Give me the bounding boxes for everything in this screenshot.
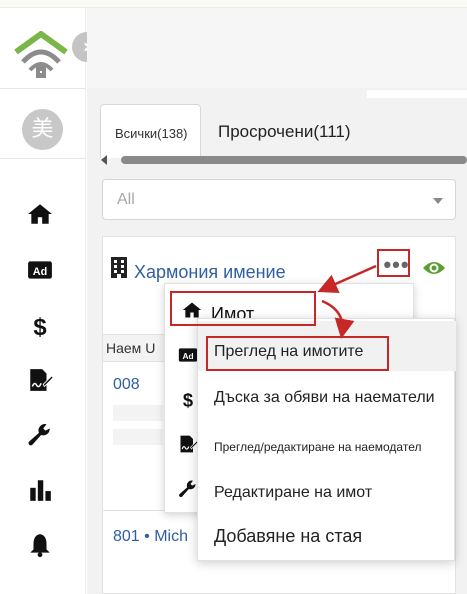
placeholder-line [113,405,163,421]
ad-icon[interactable]: Ad [27,257,53,283]
annotation-box-property-item [170,291,316,326]
caret-down-icon [433,198,443,204]
tab-all[interactable]: Всички(138) [100,104,201,158]
logo[interactable] [14,30,68,80]
home-icon[interactable] [27,201,53,227]
menu-item-label: Преглед/редактиране на наемодател [214,440,422,454]
menu-item-edit-property[interactable]: Редактиране на имот [198,471,456,515]
svg-text:Ad: Ad [33,266,47,278]
wrench-icon[interactable] [27,422,53,448]
tab-overdue[interactable]: Просрочени(111) [218,104,351,158]
menu-item-label: Добавяне на стая [214,526,363,546]
svg-text:Ad: Ad [182,351,193,361]
filter-select[interactable]: All [102,179,456,220]
sidebar: 美 Ad $ [0,8,86,594]
dollar-icon[interactable]: $ [178,389,198,410]
annotation-box-more-button [377,249,410,277]
top-bar-divider [367,90,467,98]
wrench-icon[interactable] [178,479,198,499]
filter-select-value: All [117,191,135,208]
unit-link[interactable]: 008 [113,376,140,394]
menu-item-view-edit-landlord[interactable]: Преглед/редактиране на наемодател [198,425,456,469]
menu-item-add-room[interactable]: Добавяне на стая [198,515,456,559]
placeholder-line [113,429,163,445]
sidebar-divider [0,158,86,159]
building-icon [111,257,127,278]
sidebar-divider [0,88,86,89]
ad-icon[interactable]: Ad [178,345,198,365]
svg-text:$: $ [33,314,46,338]
property-name-link[interactable]: Хармония имение [134,262,286,283]
top-bar [87,8,467,88]
bar-chart-icon[interactable] [27,477,53,503]
scroll-thumb[interactable] [121,156,467,164]
annotation-box-view-properties [206,336,389,371]
tab-all-label: Всички(138) [115,126,188,141]
bell-icon[interactable] [27,532,53,558]
menu-item-tenant-listing-board[interactable]: Дъска за обяви на наематели [198,377,456,421]
menu-item-label: Редактиране на имот [214,484,373,501]
unit-link[interactable]: 801 • Mich [113,528,188,546]
lease-sign-icon[interactable] [178,434,198,454]
dollar-icon[interactable]: $ [27,312,53,338]
avatar[interactable]: 美 [22,109,63,150]
svg-text:$: $ [183,390,193,410]
column-header-rent-unit: Наем U [106,340,156,356]
menu-item-label: Дъска за обяви на наематели [214,389,435,406]
eye-icon[interactable] [422,259,446,277]
tab-overdue-label: Просрочени(111) [218,122,351,141]
top-strip [0,0,467,8]
horizontal-scrollbar[interactable] [101,154,467,166]
scroll-left-icon[interactable] [101,155,107,165]
lease-sign-icon[interactable] [27,367,53,393]
